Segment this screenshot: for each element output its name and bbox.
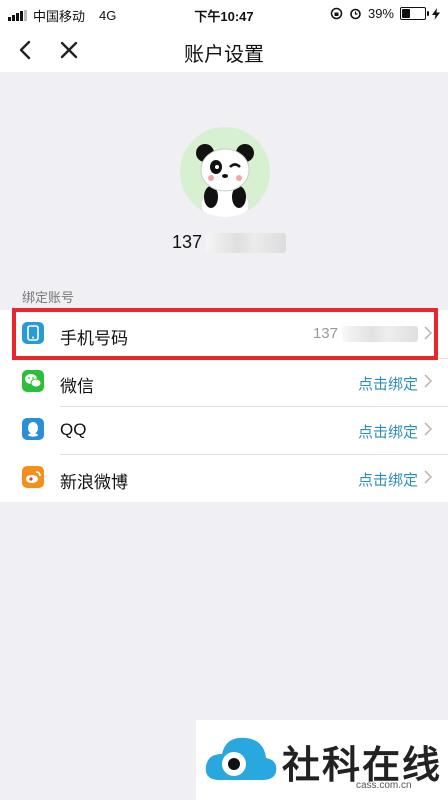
bind-qq-action[interactable]: 点击绑定 [358, 421, 418, 442]
bind-row-label: 微信 [60, 377, 94, 396]
bind-row-weibo[interactable]: 新浪微博 点击绑定 [0, 454, 448, 502]
bind-row-label: 手机号码 [60, 329, 128, 348]
profile-section: 137 [0, 72, 448, 272]
bind-row-label: QQ [60, 420, 87, 439]
phone-icon [22, 322, 44, 344]
avatar[interactable] [180, 127, 270, 217]
chevron-right-icon [424, 326, 432, 340]
username-text: 137 [172, 232, 203, 252]
username-mask [206, 232, 287, 253]
charging-icon [432, 7, 440, 20]
bind-row-value: 137 [313, 325, 418, 342]
chevron-right-icon [424, 374, 432, 388]
cloud-eye-logo-icon [205, 737, 277, 780]
wechat-icon [22, 370, 44, 392]
battery-percent: 39% [367, 6, 394, 21]
phone-number-mask [342, 325, 418, 342]
bind-wechat-action[interactable]: 点击绑定 [358, 373, 418, 394]
nav-bar: 账户设置 [0, 28, 448, 72]
qq-icon [22, 418, 44, 440]
chevron-right-icon [424, 422, 432, 436]
phone-number-text: 137 [312, 325, 338, 342]
status-right: 39% [330, 6, 440, 21]
bind-row-wechat[interactable]: 微信 点击绑定 [0, 358, 448, 406]
watermark-domain: cass.com.cn [356, 780, 412, 791]
chevron-right-icon [424, 470, 432, 484]
bind-weibo-action[interactable]: 点击绑定 [358, 469, 418, 490]
bind-account-list: 手机号码 137 微信 点击绑定 QQ 点击绑定 新浪微博 点击绑定 [0, 310, 448, 502]
bind-row-phone[interactable]: 手机号码 137 [0, 310, 448, 358]
rotation-lock-icon [330, 7, 343, 20]
status-bar: 中国移动 4G 下午10:47 39% [0, 0, 448, 28]
bind-row-qq[interactable]: QQ 点击绑定 [0, 406, 448, 454]
alarm-icon [350, 8, 361, 20]
weibo-icon [22, 466, 44, 488]
panda-avatar-icon [196, 144, 254, 217]
bind-section-label: 绑定账号 [22, 290, 75, 305]
page-title: 账户设置 [184, 44, 264, 66]
battery-icon [400, 7, 429, 20]
watermark: 社科在线 cass.com.cn [196, 720, 448, 800]
username: 137 [172, 232, 287, 253]
bind-row-label: 新浪微博 [60, 473, 128, 492]
